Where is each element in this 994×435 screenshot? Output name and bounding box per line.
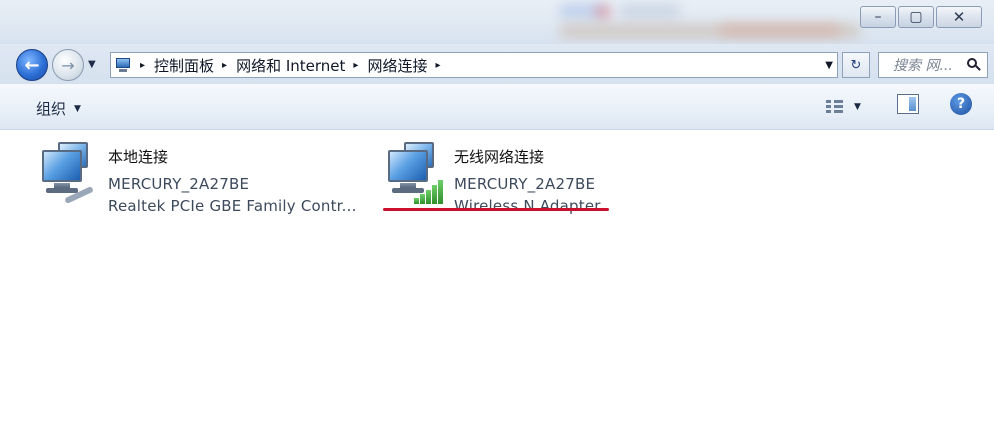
change-view-button[interactable]: ▼ — [826, 96, 872, 118]
connection-name: 无线网络连接 — [454, 148, 545, 166]
breadcrumb-network-connections[interactable]: 网络连接 — [367, 55, 427, 76]
minimize-button[interactable]: – — [860, 6, 896, 28]
window-controls: – ▢ ✕ — [860, 6, 982, 28]
search-input[interactable]: 搜索 网... — [878, 52, 988, 78]
connection-name: 本地连接 — [108, 148, 169, 166]
breadcrumb: 控制面板 ▸ 网络和 Internet ▸ 网络连接 ▸ — [154, 55, 449, 76]
connection-item-local[interactable]: 本地连接 MERCURY_2A27BE Realtek PCIe GBE Fam… — [36, 142, 357, 217]
connections-list: 本地连接 MERCURY_2A27BE Realtek PCIe GBE Fam… — [0, 130, 994, 435]
signal-strength-icon — [412, 178, 444, 204]
view-options-icon — [826, 99, 844, 115]
chevron-down-icon: ▼ — [74, 103, 81, 114]
breadcrumb-separator[interactable]: ▸ — [435, 60, 440, 71]
search-placeholder: 搜索 网... — [893, 58, 953, 74]
address-bar[interactable]: ▸ 控制面板 ▸ 网络和 Internet ▸ 网络连接 ▸ ▼ — [110, 52, 838, 78]
breadcrumb-separator[interactable]: ▸ — [140, 60, 145, 71]
organize-menu-button[interactable]: 组织 ▼ — [36, 98, 81, 119]
refresh-icon: ↻ — [850, 57, 862, 73]
search-icon[interactable] — [967, 58, 981, 72]
connection-item-wireless[interactable]: 无线网络连接 MERCURY_2A27BE Wireless N Adapter — [382, 142, 601, 217]
wired-network-icon — [36, 142, 98, 206]
address-history-dropdown[interactable]: ▼ — [825, 60, 833, 71]
highlight-underline — [383, 208, 609, 211]
arrow-left-icon: ← — [24, 54, 40, 76]
close-button[interactable]: ✕ — [936, 6, 982, 28]
chevron-down-icon: ▼ — [854, 102, 861, 112]
network-location-icon — [114, 56, 136, 74]
connection-network: MERCURY_2A27BE — [108, 175, 250, 193]
connection-network: MERCURY_2A27BE — [454, 175, 596, 193]
organize-label: 组织 — [36, 100, 67, 118]
help-icon: ? — [956, 96, 966, 112]
preview-pane-button[interactable] — [897, 94, 919, 114]
title-bar: – ▢ ✕ — [0, 0, 994, 44]
arrow-right-icon: → — [61, 55, 75, 75]
maximize-button[interactable]: ▢ — [898, 6, 934, 28]
refresh-button[interactable]: ↻ — [842, 52, 870, 78]
wireless-network-icon — [382, 142, 444, 206]
breadcrumb-separator[interactable]: ▸ — [222, 60, 227, 71]
connection-adapter: Realtek PCIe GBE Family Contr... — [108, 197, 357, 215]
breadcrumb-control-panel[interactable]: 控制面板 — [154, 55, 214, 76]
breadcrumb-network-internet[interactable]: 网络和 Internet — [236, 55, 345, 76]
back-button[interactable]: ← — [16, 49, 48, 81]
breadcrumb-separator[interactable]: ▸ — [353, 60, 358, 71]
forward-button[interactable]: → — [52, 49, 84, 81]
connection-adapter: Wireless N Adapter — [454, 197, 601, 215]
recent-pages-dropdown[interactable]: ▼ — [88, 59, 96, 70]
address-row: ← → ▼ ▸ 控制面板 ▸ 网络和 Internet ▸ 网络连接 ▸ ▼ ↻… — [0, 44, 994, 84]
help-button[interactable]: ? — [950, 93, 972, 115]
command-bar: 组织 ▼ ▼ ? — [0, 84, 994, 130]
